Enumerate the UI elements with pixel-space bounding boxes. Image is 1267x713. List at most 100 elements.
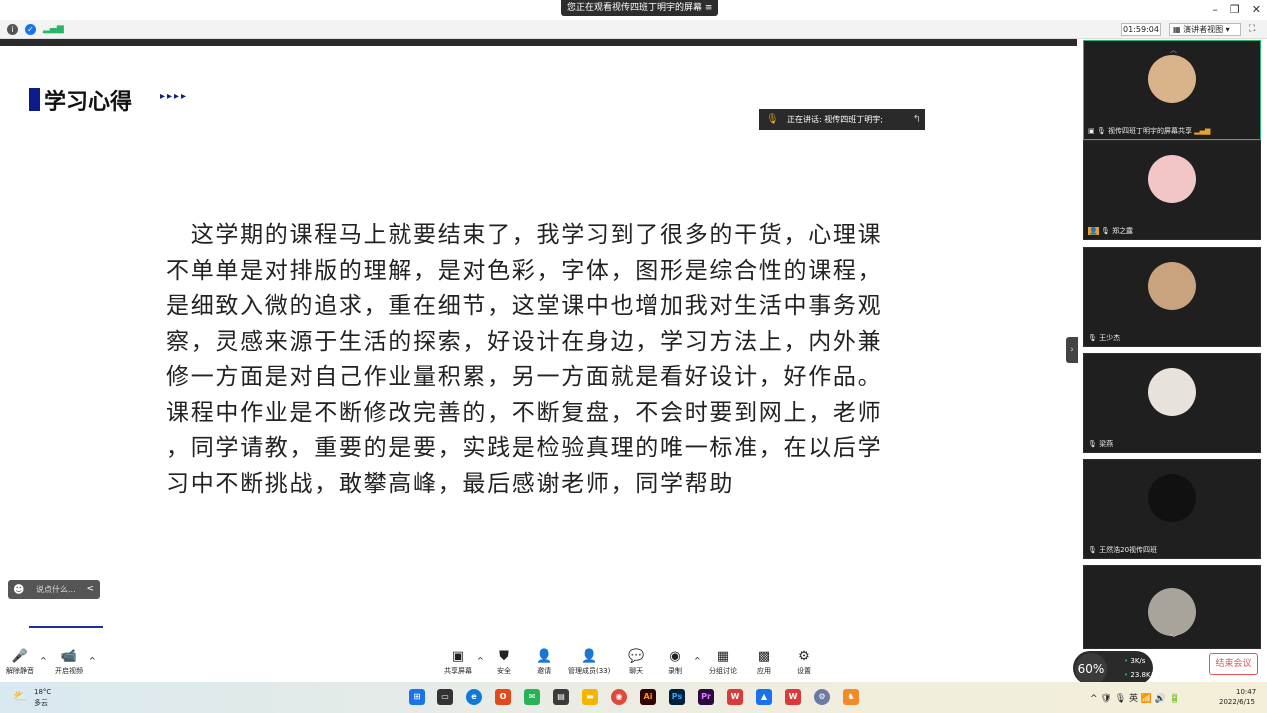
signal-icon[interactable]: ▂▄▆ bbox=[43, 24, 64, 34]
breakout-rooms-button[interactable]: ▦ 分组讨论 bbox=[709, 650, 737, 676]
end-meeting-button[interactable]: 结束会议 bbox=[1209, 653, 1258, 675]
video-off-icon: 📹 bbox=[60, 649, 78, 664]
info-icon[interactable]: i bbox=[7, 24, 18, 35]
meeting-timer: 01:59:04 bbox=[1121, 23, 1161, 36]
participant-tile[interactable]: ﹀ bbox=[1083, 565, 1261, 649]
avatar bbox=[1148, 588, 1196, 636]
slide-title: 学习心得 bbox=[44, 89, 133, 115]
title-arrows-icon: ▸▸▸▸ bbox=[160, 91, 189, 102]
share-screen-icon: ▣ 🎙 bbox=[1088, 127, 1108, 135]
chevron-up-icon[interactable]: ^ bbox=[477, 656, 484, 665]
premiere-icon[interactable]: Pr bbox=[698, 689, 714, 705]
shield-icon[interactable]: ✓ bbox=[25, 24, 36, 35]
comment-placeholder: 说点什么... bbox=[36, 585, 76, 594]
system-tray[interactable]: ^ 🛡 🎙 英 📶 🔊 🔋 bbox=[1090, 691, 1180, 704]
record-icon: ◉ bbox=[669, 649, 681, 664]
share-top-strip bbox=[0, 39, 1077, 46]
fullscreen-icon[interactable]: ⛶ bbox=[1249, 24, 1255, 34]
title-accent-bar bbox=[29, 88, 40, 111]
misc-app-icon[interactable]: ♞ bbox=[843, 689, 859, 705]
settings-button[interactable]: ⚙ 设置 bbox=[797, 650, 811, 676]
mic-icon: 🎙 bbox=[1088, 546, 1100, 554]
edge-icon[interactable]: e bbox=[466, 689, 482, 705]
record-button[interactable]: ◉ 录制 bbox=[668, 650, 682, 676]
comment-input[interactable]: ☻ 说点什么... < bbox=[8, 580, 100, 599]
weather-cloud-icon[interactable]: ⛅ bbox=[13, 689, 28, 703]
paragraph-line: 不单单是对排版的理解，是对色彩，字体，图形是综合性的课程， bbox=[166, 257, 883, 284]
clock-time[interactable]: 10:47 bbox=[1236, 688, 1256, 696]
manage-participants-button[interactable]: 👤 管理成员(33) bbox=[568, 650, 610, 676]
photoshop-icon[interactable]: Ps bbox=[669, 689, 685, 705]
start-icon[interactable]: ⊞ bbox=[409, 689, 425, 705]
weather-desc[interactable]: 多云 bbox=[34, 698, 48, 708]
settings-app-icon[interactable]: ⚙ bbox=[814, 689, 830, 705]
chevron-up-icon[interactable]: ^ bbox=[89, 656, 96, 665]
speaking-label: 正在讲话: 视传四班丁明宇; bbox=[787, 115, 883, 124]
avatar bbox=[1148, 55, 1196, 103]
clock-date[interactable]: 2022/6/15 bbox=[1219, 698, 1255, 706]
slide-underline bbox=[29, 626, 103, 628]
user-icon: 👤 bbox=[1088, 227, 1099, 235]
participant-name: 👤 🎙 郑之露 bbox=[1088, 227, 1134, 235]
avatar bbox=[1148, 368, 1196, 416]
taskbar bbox=[0, 682, 1267, 713]
security-button[interactable]: ⛊ 安全 bbox=[497, 650, 511, 676]
wechat-icon[interactable]: ✉ bbox=[524, 689, 540, 705]
share-screen-button[interactable]: ▣ 共享屏幕 bbox=[444, 650, 472, 676]
gear-icon: ⚙ bbox=[798, 649, 810, 664]
chat-icon: 💬 bbox=[628, 649, 645, 664]
screen-share-banner[interactable]: 您正在观看视传四班丁明宇的屏幕 ≡ bbox=[561, 0, 719, 16]
invite-button[interactable]: 👤 邀请 bbox=[536, 650, 552, 676]
add-user-icon: 👤 bbox=[536, 649, 553, 664]
avatar bbox=[1148, 262, 1196, 310]
mic-icon: 🎙 bbox=[766, 114, 779, 125]
view-label: 演讲者视图 ▾ bbox=[1183, 25, 1230, 34]
paragraph-line: 是细致入微的追求，重在细节，这堂课中也增加我对生活中事务观 bbox=[166, 293, 883, 319]
minimize-button[interactable]: – bbox=[1212, 3, 1218, 16]
participant-tile[interactable]: 🎙 王少杰 bbox=[1083, 247, 1261, 347]
participant-name: 🎙 王少杰 bbox=[1088, 334, 1121, 342]
shield-icon: ⛊ bbox=[499, 649, 509, 664]
emoji-icon[interactable]: ☻ bbox=[13, 580, 24, 599]
chevron-up-icon[interactable]: ^ bbox=[694, 656, 701, 665]
folder-icon[interactable]: ▬ bbox=[582, 689, 598, 705]
collapse-comment-button[interactable]: < bbox=[86, 580, 94, 599]
chevron-up-icon[interactable]: ^ bbox=[40, 656, 47, 665]
chrome-icon[interactable]: ◉ bbox=[611, 689, 627, 705]
upload-speed: • 3K/s bbox=[1124, 657, 1146, 665]
illustrator-icon[interactable]: Ai bbox=[640, 689, 656, 705]
speaker-view-button[interactable]: ▦ 演讲者视图 ▾ bbox=[1169, 23, 1241, 36]
meeting-app-icon[interactable]: ▲ bbox=[756, 689, 772, 705]
apps-icon: ▩ bbox=[757, 649, 771, 664]
paragraph-line: 察，灵感来源于生活的探索，好设计在身边，学习方法上，内外兼 bbox=[166, 328, 883, 355]
paragraph-line: 习中不断挑战，敢攀高峰，最后感谢老师，同学帮助 bbox=[166, 470, 735, 497]
mic-off-icon: 🎤 bbox=[11, 649, 29, 664]
participant-tile[interactable]: 🎙 王然浩20视传四班 bbox=[1083, 459, 1261, 559]
breakout-icon: ▦ bbox=[716, 649, 730, 664]
share-icon[interactable]: ↰ bbox=[913, 109, 921, 130]
unmute-button[interactable]: 🎤 解除静音 bbox=[6, 650, 34, 676]
participant-name: 🎙 梁燕 bbox=[1088, 440, 1114, 448]
participant-tile[interactable]: 🎙 梁燕 bbox=[1083, 353, 1261, 453]
collapse-sidebar-button[interactable]: › bbox=[1066, 337, 1078, 363]
apps-button[interactable]: ▩ 应用 bbox=[757, 650, 771, 676]
start-video-button[interactable]: 📹 开启视频 bbox=[55, 650, 83, 676]
restore-button[interactable]: ❐ bbox=[1230, 3, 1240, 16]
notes-icon[interactable]: ▤ bbox=[553, 689, 569, 705]
chevron-up-icon[interactable]: ︿ bbox=[1170, 45, 1177, 55]
slide-paragraph: 这学期的课程马上就要结束了，我学习到了很多的干货，心理课 不单单是对排版的理解，… bbox=[166, 218, 901, 502]
task-view-icon[interactable]: ▭ bbox=[437, 689, 453, 705]
paragraph-line: 课程中作业是不断修改完善的，不断复盘，不会时要到网上，老师 bbox=[166, 399, 883, 426]
office-icon[interactable]: O bbox=[495, 689, 511, 705]
speaking-indicator: 🎙 正在讲话: 视传四班丁明宇; ↰ bbox=[759, 109, 925, 130]
chevron-down-icon[interactable]: ﹀ bbox=[1170, 633, 1178, 644]
weather-temp[interactable]: 18°C bbox=[34, 688, 51, 696]
grid-icon: ▦ bbox=[1173, 25, 1184, 34]
close-button[interactable]: ✕ bbox=[1252, 3, 1261, 16]
chat-button[interactable]: 💬 聊天 bbox=[628, 650, 644, 676]
participant-tile[interactable]: 👤 🎙 郑之露 bbox=[1083, 140, 1261, 240]
wps-icon[interactable]: W bbox=[727, 689, 743, 705]
menu-icon[interactable]: ≡ bbox=[705, 3, 713, 13]
wps-writer-icon[interactable]: W bbox=[785, 689, 801, 705]
participant-tile[interactable]: ▣ 🎙 视传四班丁明宇的屏幕共享 ▂▄▆ ︿ bbox=[1083, 40, 1261, 140]
